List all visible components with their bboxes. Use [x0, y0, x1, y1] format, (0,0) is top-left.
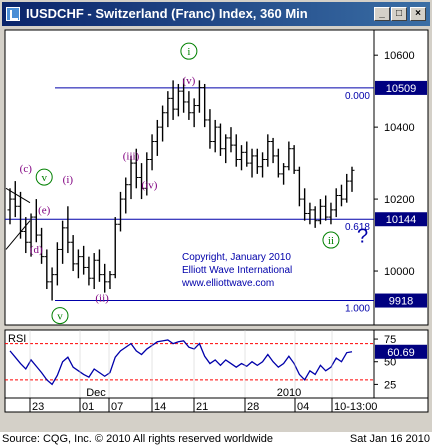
x-tick-label: 28	[247, 401, 259, 413]
rsi-plot-area	[4, 329, 375, 399]
price-tag-label: 10144	[386, 214, 417, 226]
wave-label: (e)	[38, 204, 51, 216]
copyright-annotation: www.elliottwave.com	[181, 278, 274, 289]
price-tag-label: 9918	[389, 296, 413, 308]
month-label: Dec	[86, 387, 106, 399]
wave-label: v	[57, 311, 63, 323]
x-tick-label: 14	[154, 401, 166, 413]
wave-label: i	[187, 46, 190, 58]
wave-label: v	[41, 172, 47, 184]
rsi-axis-area	[373, 329, 429, 399]
wave-label: (d)	[30, 244, 43, 256]
price-tick-label: 10200	[384, 194, 415, 206]
wave-label: (v)	[182, 75, 195, 87]
x-tick-label: 01	[82, 401, 94, 413]
price-tick-label: 10600	[384, 50, 415, 62]
wave-label: ii	[328, 235, 334, 247]
copyright-annotation: Elliott Wave International	[182, 265, 292, 276]
wave-label: (iv)	[141, 179, 157, 191]
wave-label: ?	[357, 225, 368, 247]
fib-level-label: 1.000	[345, 304, 370, 315]
price-axis-area	[373, 29, 429, 326]
copyright-annotation: Copyright, January 2010	[182, 252, 291, 263]
month-label: 2010	[277, 387, 301, 399]
rsi-tick-label: 75	[384, 334, 396, 346]
wave-label: (ii)	[95, 293, 109, 305]
x-tick-label: 23	[32, 401, 44, 413]
x-tick-label: 21	[196, 401, 208, 413]
wave-label: (c)	[20, 163, 33, 175]
fib-level-label: 0.000	[345, 91, 370, 102]
wave-label: (iii)	[123, 151, 140, 163]
price-tick-label: 10000	[384, 266, 415, 278]
wave-label: (i)	[63, 174, 74, 186]
source-credit: Source: CQG, Inc. © 2010 All rights rese…	[2, 433, 273, 445]
chart-canvas: 106001040010200100000.0000.6181.00010509…	[4, 29, 429, 413]
rsi-panel: RSI 75502560.69Dec 2010	[4, 329, 429, 399]
x-tick-label: 07	[111, 401, 123, 413]
price-panel: 106001040010200100000.0000.6181.00010509…	[4, 29, 429, 326]
chart-date: Sat Jan 16 2010	[349, 433, 430, 445]
price-tag-label: 10509	[386, 83, 417, 95]
footer-bar: Source: CQG, Inc. © 2010 All rights rese…	[0, 432, 432, 448]
x-tick-label: 10-13:00	[334, 401, 377, 413]
rsi-current-value: 60.69	[387, 347, 415, 359]
x-axis: 23 01 07 14 21 28 04 10-13:00	[4, 397, 429, 413]
price-tick-label: 10400	[384, 122, 415, 134]
x-tick-label: 04	[297, 401, 309, 413]
rsi-tick-label: 25	[384, 379, 396, 391]
